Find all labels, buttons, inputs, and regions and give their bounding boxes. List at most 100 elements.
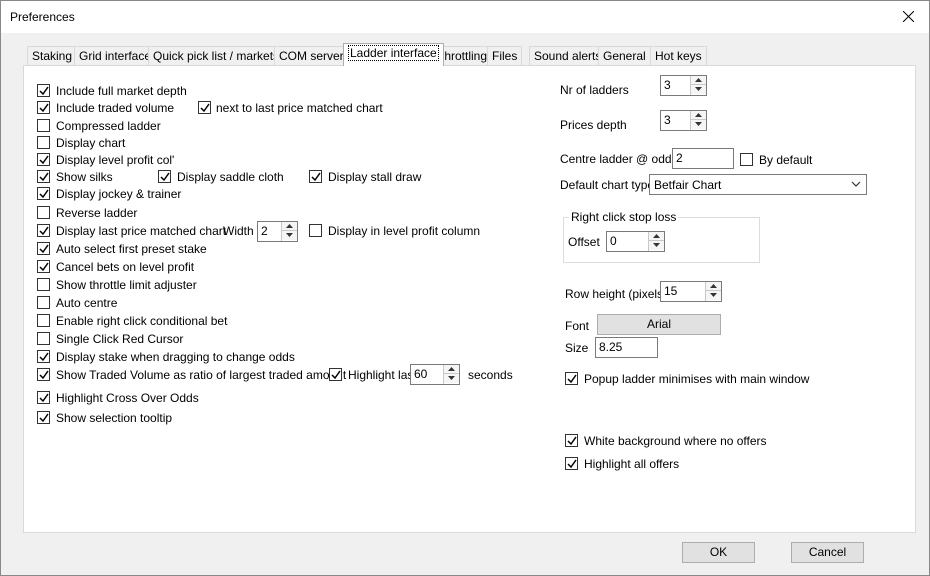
show-traded-volume-ratio-label: Show Traded Volume as ratio of largest t…: [56, 368, 347, 382]
display-level-profit-col-checkbox[interactable]: [37, 153, 50, 166]
display-stake-when-dragging-checkbox[interactable]: [37, 350, 50, 363]
offset-value: 0: [610, 234, 617, 248]
tab-quick-pick-list[interactable]: Quick pick list / markets: [148, 46, 285, 66]
tab-grid-interface[interactable]: Grid interface: [74, 46, 157, 66]
checkmark-icon: [331, 370, 341, 380]
spin-up-button[interactable]: [691, 111, 706, 120]
offset-spinner[interactable]: 0: [606, 231, 665, 252]
spinner-arrows: [705, 282, 721, 301]
close-button[interactable]: [893, 3, 923, 29]
nr-of-ladders-value: 3: [664, 78, 671, 92]
enable-right-click-conditional-bet-checkbox[interactable]: [37, 314, 50, 327]
highlight-last-checkbox[interactable]: [329, 368, 342, 381]
caret-down-icon: [286, 233, 293, 237]
preferences-window: Preferences Staking Grid interface Quick…: [0, 0, 930, 576]
checkmark-icon: [39, 352, 49, 362]
tab-label: General: [603, 49, 646, 63]
display-stake-when-dragging-label: Display stake when dragging to change od…: [56, 350, 295, 364]
show-selection-tooltip-checkbox[interactable]: [37, 411, 50, 424]
tab-ladder-interface[interactable]: Ladder interface: [343, 43, 444, 66]
cancel-bets-on-level-profit-checkbox[interactable]: [37, 260, 50, 273]
show-throttle-limit-adjuster-label: Show throttle limit adjuster: [56, 278, 197, 292]
popup-ladder-minimises-checkbox[interactable]: [565, 372, 578, 385]
include-traded-volume-checkbox[interactable]: [37, 101, 50, 114]
show-silks-checkbox[interactable]: [37, 170, 50, 183]
caret-up-icon: [286, 224, 293, 228]
size-label: Size: [565, 341, 589, 355]
next-to-last-price-matched-chart-checkbox[interactable]: [198, 101, 211, 114]
spin-down-button[interactable]: [691, 85, 706, 94]
caret-down-icon: [695, 87, 702, 91]
checkmark-icon: [200, 103, 210, 113]
size-input[interactable]: 8.25: [595, 337, 658, 358]
reverse-ladder-label: Reverse ladder: [56, 206, 138, 220]
highlight-last-spinner[interactable]: 60: [410, 364, 460, 385]
prices-depth-label: Prices depth: [560, 118, 627, 132]
spin-down-button[interactable]: [706, 291, 721, 300]
display-in-level-profit-column-checkbox[interactable]: [309, 224, 322, 237]
checkmark-icon: [567, 459, 577, 469]
tab-com-server[interactable]: COM server: [274, 46, 349, 66]
spin-up-button[interactable]: [649, 232, 664, 241]
tab-label: Sound alerts: [534, 49, 602, 63]
tab-general[interactable]: General: [598, 46, 651, 66]
spin-down-button[interactable]: [282, 231, 297, 240]
highlight-all-offers-checkbox[interactable]: [565, 457, 578, 470]
row-height-spinner[interactable]: 15: [660, 281, 722, 302]
spin-down-button[interactable]: [691, 120, 706, 129]
display-last-price-matched-chart-checkbox[interactable]: [37, 224, 50, 237]
compressed-ladder-checkbox[interactable]: [37, 119, 50, 132]
display-last-price-matched-chart-label: Display last price matched chart: [56, 224, 227, 238]
prices-depth-spinner[interactable]: 3: [660, 110, 707, 131]
tab-staking[interactable]: Staking: [27, 46, 78, 66]
display-stall-draw-checkbox[interactable]: [309, 170, 322, 183]
spin-up-button[interactable]: [282, 222, 297, 231]
centre-ladder-input[interactable]: 2: [672, 148, 734, 169]
tab-label: COM server: [279, 49, 344, 63]
centre-ladder-label: Centre ladder @ odds: [560, 152, 678, 166]
include-full-market-depth-checkbox[interactable]: [37, 84, 50, 97]
tab-label: Quick pick list / markets: [153, 49, 280, 63]
caret-down-icon: [695, 122, 702, 126]
display-saddle-cloth-checkbox[interactable]: [158, 170, 171, 183]
default-chart-type-label: Default chart type: [560, 178, 655, 192]
close-icon: [903, 11, 914, 22]
display-chart-checkbox[interactable]: [37, 136, 50, 149]
spin-up-button[interactable]: [706, 282, 721, 291]
spin-up-button[interactable]: [444, 365, 459, 374]
tab-sound-alerts[interactable]: Sound alerts: [529, 46, 607, 66]
seconds-label: seconds: [468, 368, 513, 382]
reverse-ladder-checkbox[interactable]: [37, 206, 50, 219]
enable-right-click-conditional-bet-label: Enable right click conditional bet: [56, 314, 228, 328]
tab-hot-keys[interactable]: Hot keys: [650, 46, 707, 66]
auto-select-first-preset-stake-checkbox[interactable]: [37, 242, 50, 255]
default-chart-type-select[interactable]: Betfair Chart: [649, 174, 867, 195]
display-jockey-trainer-checkbox[interactable]: [37, 187, 50, 200]
spinner-arrows: [443, 365, 459, 384]
show-throttle-limit-adjuster-checkbox[interactable]: [37, 278, 50, 291]
spin-down-button[interactable]: [649, 241, 664, 250]
auto-centre-checkbox[interactable]: [37, 296, 50, 309]
spin-down-button[interactable]: [444, 374, 459, 383]
by-default-checkbox[interactable]: [740, 153, 753, 166]
checkmark-icon: [39, 262, 49, 272]
nr-of-ladders-spinner[interactable]: 3: [660, 75, 707, 96]
width-spinner[interactable]: 2: [257, 221, 298, 242]
highlight-cross-over-odds-checkbox[interactable]: [37, 391, 50, 404]
show-traded-volume-ratio-checkbox[interactable]: [37, 368, 50, 381]
tab-files[interactable]: Files: [487, 46, 523, 66]
cancel-button[interactable]: Cancel: [791, 542, 864, 563]
include-traded-volume-label: Include traded volume: [56, 101, 175, 115]
cancel-bets-on-level-profit-label: Cancel bets on level profit: [56, 260, 195, 274]
display-stall-draw-label: Display stall draw: [328, 170, 422, 184]
font-button[interactable]: Arial: [597, 314, 721, 335]
display-level-profit-col-label: Display level profit col': [56, 153, 175, 167]
caret-up-icon: [448, 367, 455, 371]
single-click-red-cursor-checkbox[interactable]: [37, 332, 50, 345]
ladder-interface-panel: Include full market depth Include traded…: [23, 65, 916, 533]
caret-down-icon: [448, 376, 455, 380]
white-background-checkbox[interactable]: [565, 434, 578, 447]
ok-button[interactable]: OK: [682, 542, 755, 563]
spin-up-button[interactable]: [691, 76, 706, 85]
highlight-cross-over-odds-label: Highlight Cross Over Odds: [56, 391, 199, 405]
